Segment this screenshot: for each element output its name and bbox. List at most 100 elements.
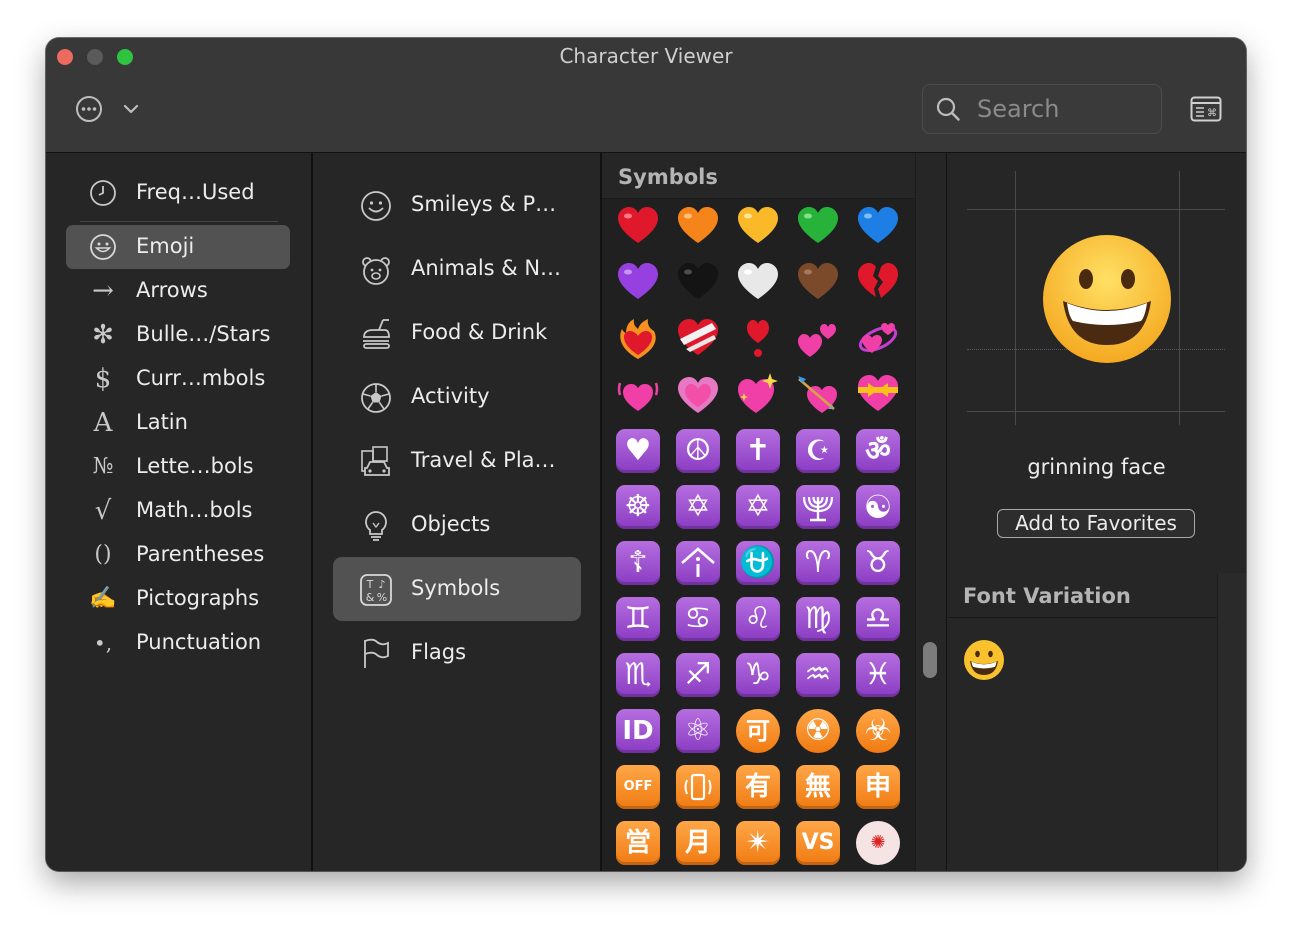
symbol-red-heart[interactable] <box>610 199 666 255</box>
symbol-heart-with-ribbon[interactable] <box>850 367 906 423</box>
symbol-aquarius[interactable]: ♒ <box>790 647 846 703</box>
symbol-purple-heart[interactable] <box>610 255 666 311</box>
symbol-star-of-david[interactable]: ✡ <box>670 479 726 535</box>
add-to-favorites-button[interactable]: Add to Favorites <box>997 509 1195 538</box>
category-objects[interactable]: Objects <box>333 493 581 557</box>
symbol-mending-heart[interactable] <box>670 311 726 367</box>
symbol-green-heart[interactable] <box>790 199 846 255</box>
symbol-orthodox-cross[interactable]: ☦ <box>610 535 666 591</box>
symbol-japanese-acceptable-button[interactable]: 可 <box>730 703 786 759</box>
sidebar-item-bullets-stars[interactable]: ✻ Bulle…/Stars <box>66 313 290 357</box>
symbol-eight-pointed-star[interactable]: ✴ <box>730 815 786 871</box>
symbol-heart-decoration[interactable]: ♥ <box>610 423 666 479</box>
sidebar-item-letterlike-symbols[interactable]: № Lette…bols <box>66 445 290 489</box>
character-set-sidebar: Freq…Used Emoji → Arrows ✻ Bulle…/Stars … <box>46 153 313 871</box>
symbol-heart-exclamation[interactable] <box>730 311 786 367</box>
symbol-ophiuchus[interactable]: ⛎ <box>730 535 786 591</box>
keyboard-viewer-button[interactable]: ⌘ <box>1190 96 1222 122</box>
category-travel-places[interactable]: Travel & Pla… <box>333 429 581 493</box>
category-flags[interactable]: Flags <box>333 621 581 685</box>
action-menu-chevron[interactable] <box>122 100 140 118</box>
search-field[interactable] <box>922 84 1162 134</box>
symbol-yellow-heart[interactable] <box>730 199 786 255</box>
symbol-vibration-mode[interactable] <box>670 759 726 815</box>
symbol-vs-button[interactable]: VS <box>790 815 846 871</box>
symbol-two-hearts[interactable] <box>790 311 846 367</box>
category-food-drink[interactable]: Food & Drink <box>333 301 581 365</box>
symbol-taurus[interactable]: ♉ <box>850 535 906 591</box>
symbol-japanese-secret-button[interactable]: ✺ <box>850 815 906 871</box>
symbol-blue-heart[interactable] <box>850 199 906 255</box>
symbol-pisces[interactable]: ♓ <box>850 647 906 703</box>
sidebar-item-parentheses[interactable]: () Parentheses <box>66 533 290 577</box>
symbol-aries[interactable]: ♈ <box>790 535 846 591</box>
arrow-right-icon: → <box>92 276 114 306</box>
symbol-wheel-of-dharma[interactable]: ☸ <box>610 479 666 535</box>
symbol-sparkling-heart[interactable] <box>730 367 786 423</box>
font-variation-scrollbar[interactable] <box>1217 573 1246 871</box>
symbol-black-heart[interactable] <box>670 255 726 311</box>
symbol-mobile-phone-off[interactable]: OFF <box>610 759 666 815</box>
burger-icon <box>359 317 393 351</box>
sidebar-item-pictographs[interactable]: ✍ Pictographs <box>66 577 290 621</box>
category-symbols[interactable]: T ♪ &% Symbols <box>333 557 581 621</box>
sidebar-item-math-symbols[interactable]: √ Math…bols <box>66 489 290 533</box>
symbol-japanese-free-of-charge-button[interactable]: 無 <box>790 759 846 815</box>
chevron-down-icon <box>123 104 139 114</box>
symbol-beating-heart[interactable] <box>610 367 666 423</box>
symbol-dotted-six-pointed-star[interactable]: ✡ <box>730 479 786 535</box>
symbol-broken-heart[interactable] <box>850 255 906 311</box>
symbol-orange-heart[interactable] <box>670 199 726 255</box>
symbol-capricorn[interactable]: ♑ <box>730 647 786 703</box>
symbol-revolving-hearts[interactable] <box>850 311 906 367</box>
symbol-atom-symbol[interactable]: ⚛ <box>670 703 726 759</box>
grinning-face-variant-icon[interactable] <box>963 639 1005 681</box>
symbol-yin-yang[interactable]: ☯ <box>850 479 906 535</box>
sidebar-item-currency-symbols[interactable]: $ Curr…mbols <box>66 357 290 401</box>
symbol-virgo[interactable]: ♍ <box>790 591 846 647</box>
sidebar-item-emoji[interactable]: Emoji <box>66 225 290 269</box>
search-input[interactable] <box>975 93 1159 125</box>
symbol-heart-on-fire[interactable] <box>610 311 666 367</box>
symbol-brown-heart[interactable] <box>790 255 846 311</box>
sidebar-item-latin[interactable]: A Latin <box>66 401 290 445</box>
symbol-om[interactable]: ॐ <box>850 423 906 479</box>
symbol-japanese-not-free-of-charge-button[interactable]: 有 <box>730 759 786 815</box>
car-building-icon <box>359 445 393 479</box>
category-animals-nature[interactable]: Animals & N… <box>333 237 581 301</box>
symbol-japanese-application-button[interactable]: 申 <box>850 759 906 815</box>
symbol-libra[interactable]: ♎ <box>850 591 906 647</box>
sidebar-item-punctuation[interactable]: •, Punctuation <box>66 621 290 665</box>
symbol-star-and-crescent[interactable]: ☪ <box>790 423 846 479</box>
category-label: Animals & N… <box>411 256 562 280</box>
action-menu-button[interactable] <box>74 94 104 124</box>
symbol-menorah[interactable] <box>790 479 846 535</box>
symbol-latin-cross[interactable]: ✝ <box>730 423 786 479</box>
category-activity[interactable]: Activity <box>333 365 581 429</box>
symbol-sagittarius[interactable]: ♐ <box>670 647 726 703</box>
sidebar-item-frequently-used[interactable]: Freq…Used <box>66 171 290 215</box>
scrollbar-thumb[interactable] <box>923 642 937 678</box>
symbol-japanese-monthly-amount-button[interactable]: 月 <box>670 815 726 871</box>
character-name: grinning face <box>1027 455 1166 479</box>
symbol-peace-symbol[interactable]: ☮ <box>670 423 726 479</box>
symbol-gemini[interactable]: ♊ <box>610 591 666 647</box>
svg-text:♪: ♪ <box>378 578 385 591</box>
pencil-icon: ✍ <box>89 586 117 611</box>
symbol-radioactive[interactable]: ☢ <box>790 703 846 759</box>
symbol-place-of-worship[interactable] <box>670 535 726 591</box>
soccer-ball-icon <box>359 381 393 415</box>
symbol-cancer[interactable]: ♋ <box>670 591 726 647</box>
symbol-growing-heart[interactable] <box>670 367 726 423</box>
category-smileys-people[interactable]: Smileys & P… <box>333 173 581 237</box>
symbol-biohazard[interactable]: ☣ <box>850 703 906 759</box>
symbol-id-button[interactable]: ID <box>610 703 666 759</box>
symbol-scorpio[interactable]: ♏ <box>610 647 666 703</box>
sidebar-item-label: Punctuation <box>136 630 262 654</box>
symbol-white-heart[interactable] <box>730 255 786 311</box>
symbol-leo[interactable]: ♌ <box>730 591 786 647</box>
grid-scrollbar[interactable] <box>915 153 948 871</box>
sidebar-item-arrows[interactable]: → Arrows <box>66 269 290 313</box>
symbol-japanese-open-for-business-button[interactable]: 営 <box>610 815 666 871</box>
symbol-heart-with-arrow[interactable] <box>790 367 846 423</box>
